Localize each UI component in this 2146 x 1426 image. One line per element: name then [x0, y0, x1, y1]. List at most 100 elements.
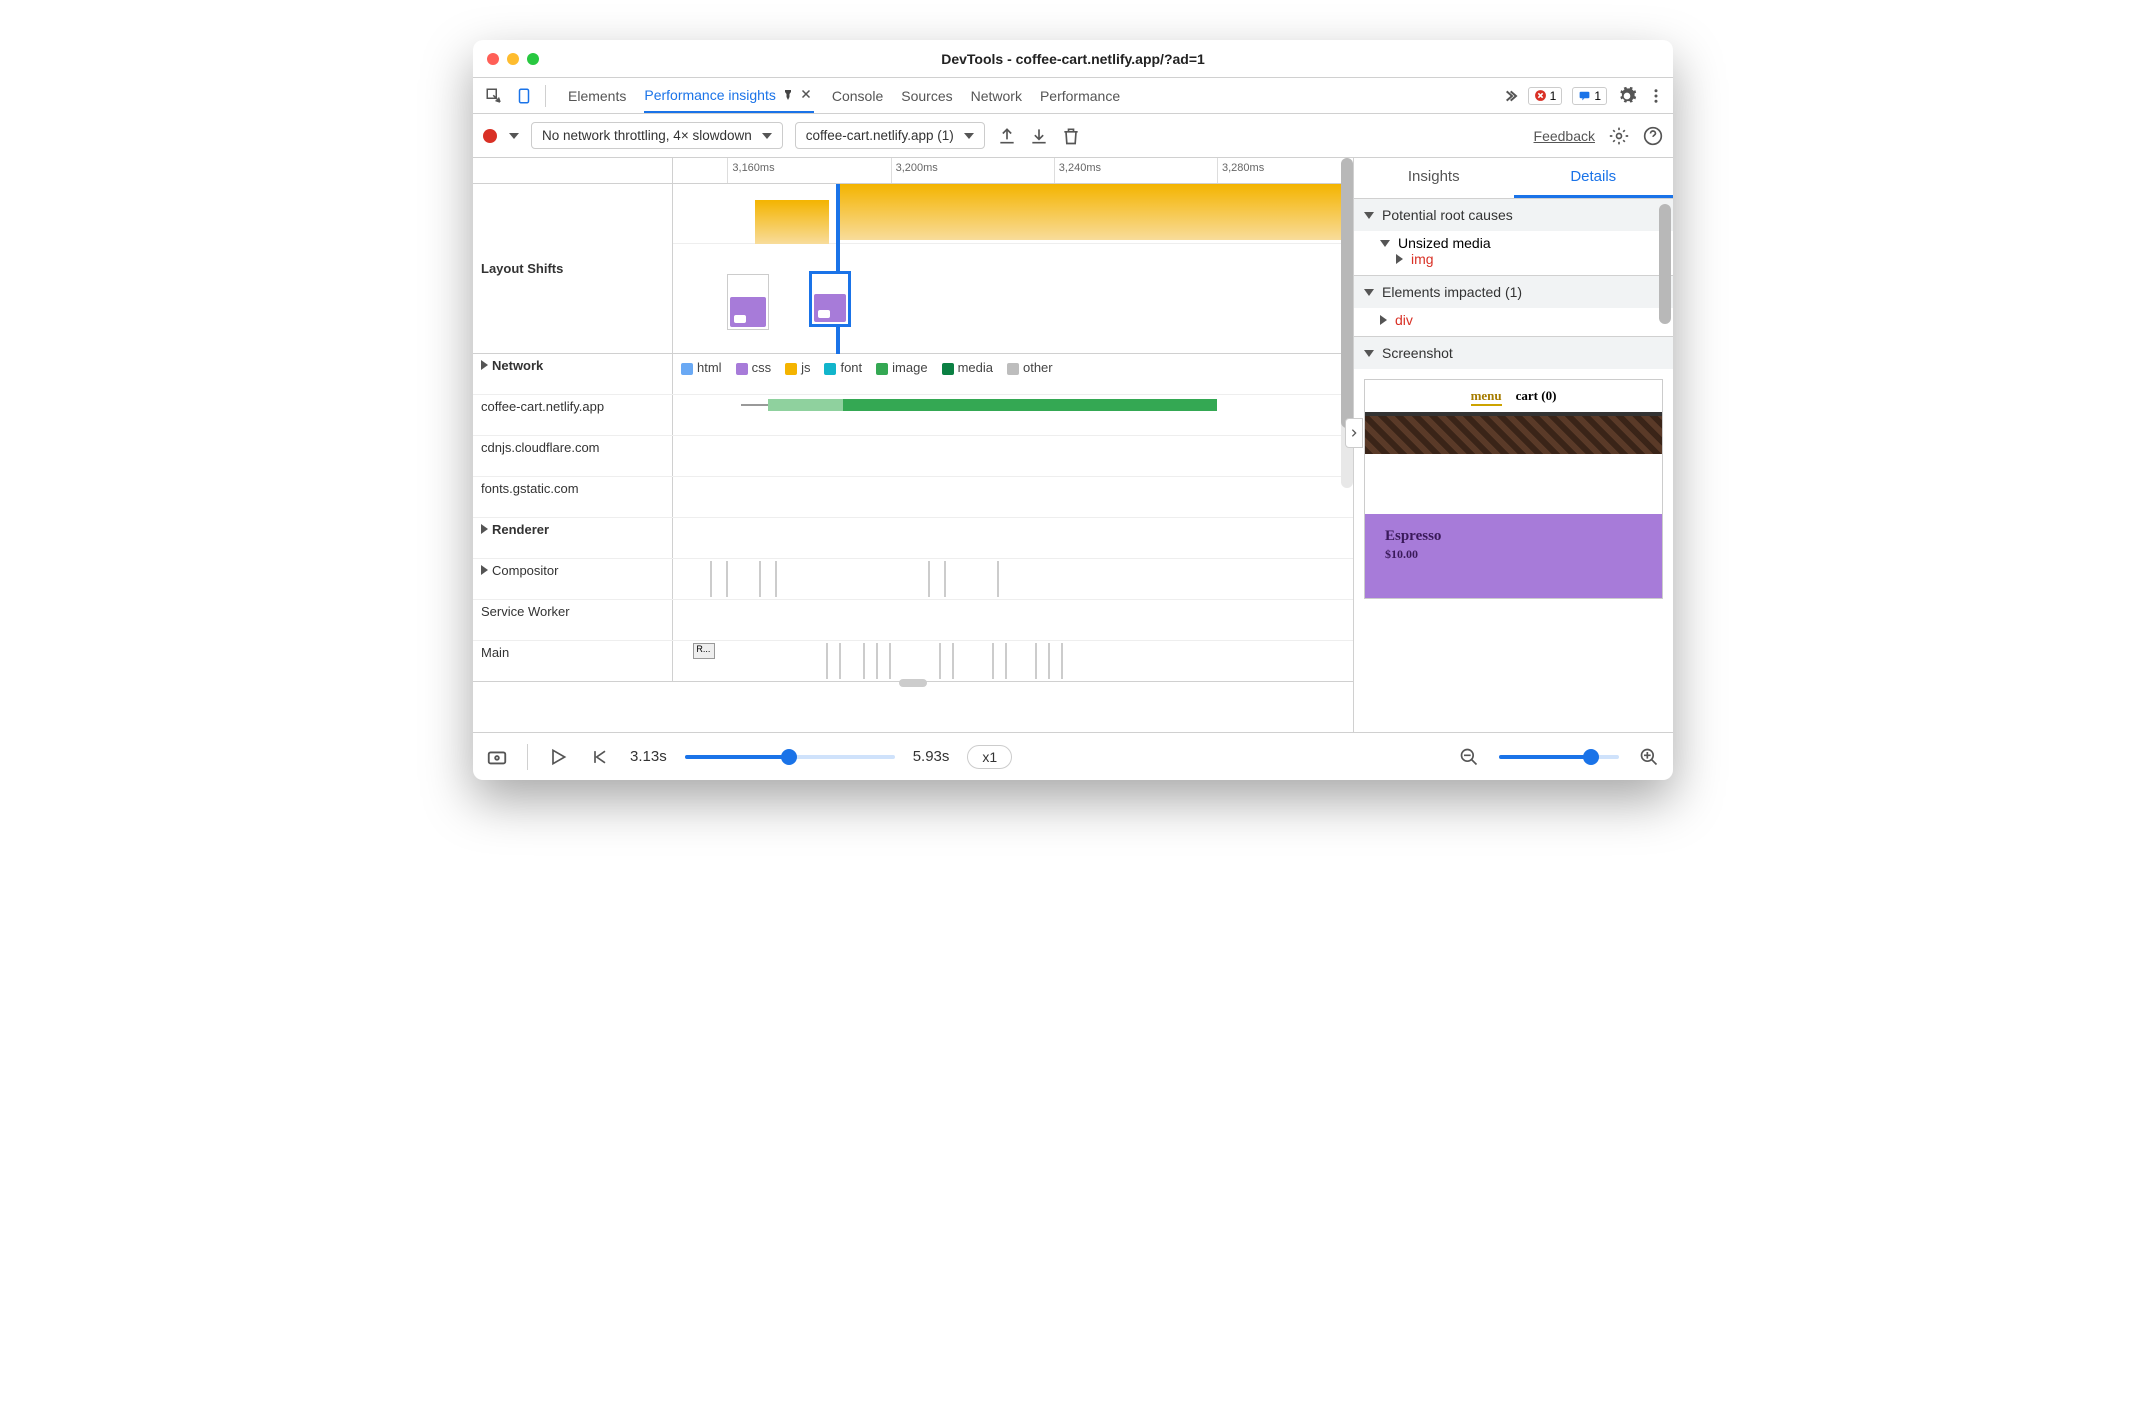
minimize-icon[interactable] — [507, 53, 519, 65]
panel-tabs: Elements Performance insights Console So… — [568, 79, 1120, 113]
long-task-block[interactable] — [836, 184, 1353, 240]
compositor-tick — [997, 561, 999, 597]
window-title: DevTools - coffee-cart.netlify.app/?ad=1 — [473, 51, 1673, 67]
tab-performance[interactable]: Performance — [1040, 80, 1120, 112]
layout-shifts-area[interactable] — [673, 184, 1353, 353]
record-menu-icon[interactable] — [509, 133, 519, 139]
main-tick — [826, 643, 828, 679]
expand-unsized-media[interactable]: Unsized media — [1380, 235, 1663, 251]
horizontal-scroll-thumb[interactable] — [899, 679, 927, 687]
section-header[interactable]: Potential root causes — [1354, 199, 1673, 231]
inspect-icon[interactable] — [481, 83, 507, 109]
chevron-right-icon — [1396, 254, 1403, 264]
feedback-link[interactable]: Feedback — [1534, 128, 1595, 144]
target-select[interactable]: coffee-cart.netlify.app (1) — [795, 122, 985, 149]
tab-console[interactable]: Console — [832, 80, 883, 112]
tab-elements[interactable]: Elements — [568, 80, 626, 112]
target-label: coffee-cart.netlify.app (1) — [806, 128, 954, 143]
layout-shift-thumbnail[interactable] — [727, 274, 769, 330]
legend-item: image — [876, 360, 927, 375]
rewind-icon[interactable] — [588, 745, 612, 769]
preview-product-card: Espresso $10.00 — [1365, 514, 1662, 598]
chevron-down-icon — [1364, 289, 1374, 296]
export-icon[interactable] — [997, 126, 1017, 146]
network-host[interactable]: cdnjs.cloudflare.com — [473, 436, 673, 476]
scrollbar-thumb[interactable] — [1341, 158, 1353, 428]
network-host-row: coffee-cart.netlify.app — [473, 395, 1353, 436]
legend-item: other — [1007, 360, 1053, 375]
request-bar[interactable] — [843, 399, 1217, 411]
slider-handle[interactable] — [781, 749, 797, 765]
tab-insights[interactable]: Insights — [1354, 158, 1514, 198]
element-link-img[interactable]: img — [1396, 251, 1663, 267]
ruler-ticks[interactable]: 3,160ms 3,200ms 3,240ms 3,280ms — [673, 158, 1353, 183]
section-header[interactable]: Elements impacted (1) — [1354, 276, 1673, 308]
zoom-in-icon[interactable] — [1637, 745, 1661, 769]
request-bar[interactable] — [768, 399, 843, 411]
chevron-down-icon — [762, 133, 772, 139]
timeline-pane: 3,160ms 3,200ms 3,240ms 3,280ms Layout S… — [473, 158, 1353, 732]
right-scrollbar[interactable] — [1659, 204, 1671, 404]
tick: 3,240ms — [1054, 158, 1105, 183]
main-tick — [939, 643, 941, 679]
tab-details[interactable]: Details — [1514, 158, 1674, 198]
slider-handle[interactable] — [1583, 749, 1599, 765]
section-header[interactable]: Screenshot — [1354, 337, 1673, 369]
toggle-screenshot-overlay-icon[interactable] — [485, 745, 509, 769]
preview-product-price: $10.00 — [1385, 547, 1642, 562]
chevron-down-icon — [1380, 240, 1390, 247]
collapse-panel-icon[interactable] — [1345, 418, 1363, 448]
renderer-label[interactable]: Renderer — [473, 518, 673, 558]
message-badge[interactable]: 1 — [1572, 87, 1607, 105]
close-tab-icon[interactable] — [800, 88, 814, 102]
legend-item: html — [681, 360, 722, 375]
chevron-down-icon — [964, 133, 974, 139]
device-mode-icon[interactable] — [511, 83, 537, 109]
long-task-block[interactable] — [755, 200, 830, 244]
preview-product-name: Espresso — [1385, 528, 1642, 545]
playback-slider[interactable] — [685, 755, 895, 759]
layout-shifts-label[interactable]: Layout Shifts — [473, 184, 673, 353]
delete-icon[interactable] — [1061, 126, 1081, 146]
legend-item: font — [824, 360, 862, 375]
playhead[interactable] — [836, 184, 840, 354]
settings-icon[interactable] — [1617, 86, 1637, 106]
help-icon[interactable] — [1643, 126, 1663, 146]
main-tick — [863, 643, 865, 679]
compositor-tick — [775, 561, 777, 597]
section-root-causes: Potential root causes Unsized media img — [1354, 199, 1673, 276]
scrollbar-thumb[interactable] — [1659, 204, 1671, 324]
zoom-out-icon[interactable] — [1457, 745, 1481, 769]
preview-nav: menu cart (0) — [1365, 380, 1662, 408]
error-badge[interactable]: 1 — [1528, 87, 1563, 105]
network-host[interactable]: fonts.gstatic.com — [473, 477, 673, 517]
more-tabs-icon[interactable] — [1502, 88, 1518, 104]
close-icon[interactable] — [487, 53, 499, 65]
zoom-slider[interactable] — [1499, 755, 1619, 759]
layout-shifts-track: Layout Shifts — [473, 184, 1353, 354]
section-elements-impacted: Elements impacted (1) div — [1354, 276, 1673, 337]
screenshot-preview: menu cart (0) Espresso $10.00 — [1364, 379, 1663, 599]
play-icon[interactable] — [546, 745, 570, 769]
renderer-row[interactable]: Compositor — [473, 559, 673, 599]
throttling-select[interactable]: No network throttling, 4× slowdown — [531, 122, 783, 149]
main-task-block[interactable]: R... — [693, 643, 715, 659]
renderer-row[interactable]: Main — [473, 641, 673, 681]
playback-speed[interactable]: x1 — [967, 745, 1012, 769]
maximize-icon[interactable] — [527, 53, 539, 65]
panel-settings-icon[interactable] — [1609, 126, 1629, 146]
tab-performance-insights[interactable]: Performance insights — [644, 79, 814, 113]
element-link-div[interactable]: div — [1380, 312, 1663, 328]
tab-network[interactable]: Network — [971, 80, 1022, 112]
main-tick — [952, 643, 954, 679]
compositor-tick — [710, 561, 712, 597]
kebab-icon[interactable] — [1647, 87, 1665, 105]
import-icon[interactable] — [1029, 126, 1049, 146]
message-count: 1 — [1594, 89, 1601, 103]
network-label[interactable]: Network — [473, 354, 673, 394]
layout-shift-thumbnail-selected[interactable] — [809, 271, 851, 327]
tab-sources[interactable]: Sources — [901, 80, 952, 112]
record-icon[interactable] — [483, 129, 497, 143]
network-host[interactable]: coffee-cart.netlify.app — [473, 395, 673, 435]
renderer-row[interactable]: Service Worker — [473, 600, 673, 640]
